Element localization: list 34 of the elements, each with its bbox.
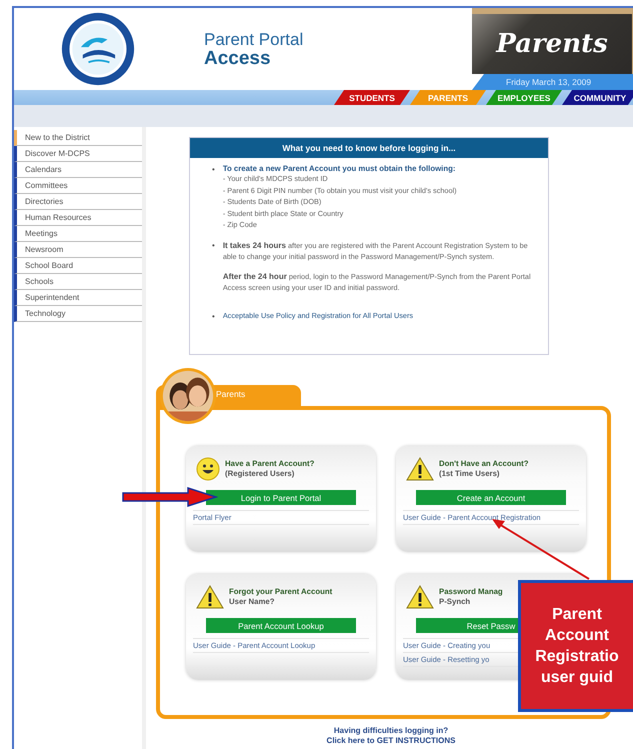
- sidebar-item[interactable]: New to the District: [14, 130, 142, 146]
- callout-text: user guid: [540, 668, 613, 688]
- nav-tab[interactable]: COMMUNITY: [562, 90, 633, 105]
- bullet-mark: •: [212, 310, 215, 322]
- sidebar-item[interactable]: Discover M-DCPS: [14, 146, 142, 162]
- sidebar-item[interactable]: Human Resources: [14, 210, 142, 226]
- instructions-link[interactable]: Click here to GET INSTRUCTIONS: [326, 736, 456, 746]
- sidebar-item[interactable]: School Board: [14, 258, 142, 274]
- portal-subtitle: Access: [204, 49, 272, 69]
- sidebar-item[interactable]: Meetings: [14, 226, 142, 242]
- sidebar-item[interactable]: Calendars: [14, 162, 142, 178]
- warning-icon: [406, 585, 434, 609]
- help-question: Having difficulties logging in?: [334, 726, 448, 736]
- callout-text: Registratio: [535, 647, 619, 667]
- banner-title: Parents: [496, 29, 608, 59]
- bullet-mark: •: [212, 240, 215, 252]
- sidebar-item[interactable]: Superintendent: [14, 290, 142, 306]
- info-heading: What you need to know before logging in...: [190, 138, 548, 158]
- sidebar-item[interactable]: Directories: [14, 194, 142, 210]
- nav-tab[interactable]: EMPLOYEES: [486, 90, 562, 105]
- portal-title: Parent Portal: [204, 30, 304, 49]
- sidebar-item[interactable]: Newsroom: [14, 242, 142, 258]
- sidebar-item[interactable]: Committees: [14, 178, 142, 194]
- action-button[interactable]: Parent Account Lookup: [206, 618, 356, 633]
- bullet-mark: •: [212, 164, 215, 176]
- warning-icon: [196, 585, 224, 609]
- sidebar-item[interactable]: Technology: [14, 306, 142, 322]
- sidebar-item[interactable]: Schools: [14, 274, 142, 290]
- action-button[interactable]: Login to Parent Portal: [206, 490, 356, 505]
- warning-icon: [406, 457, 434, 481]
- action-button[interactable]: Create an Account: [416, 490, 566, 505]
- nav-tab[interactable]: STUDENTS: [334, 90, 410, 105]
- date-bar: Friday March 13, 2009: [472, 74, 633, 90]
- smiley-icon: [196, 457, 220, 481]
